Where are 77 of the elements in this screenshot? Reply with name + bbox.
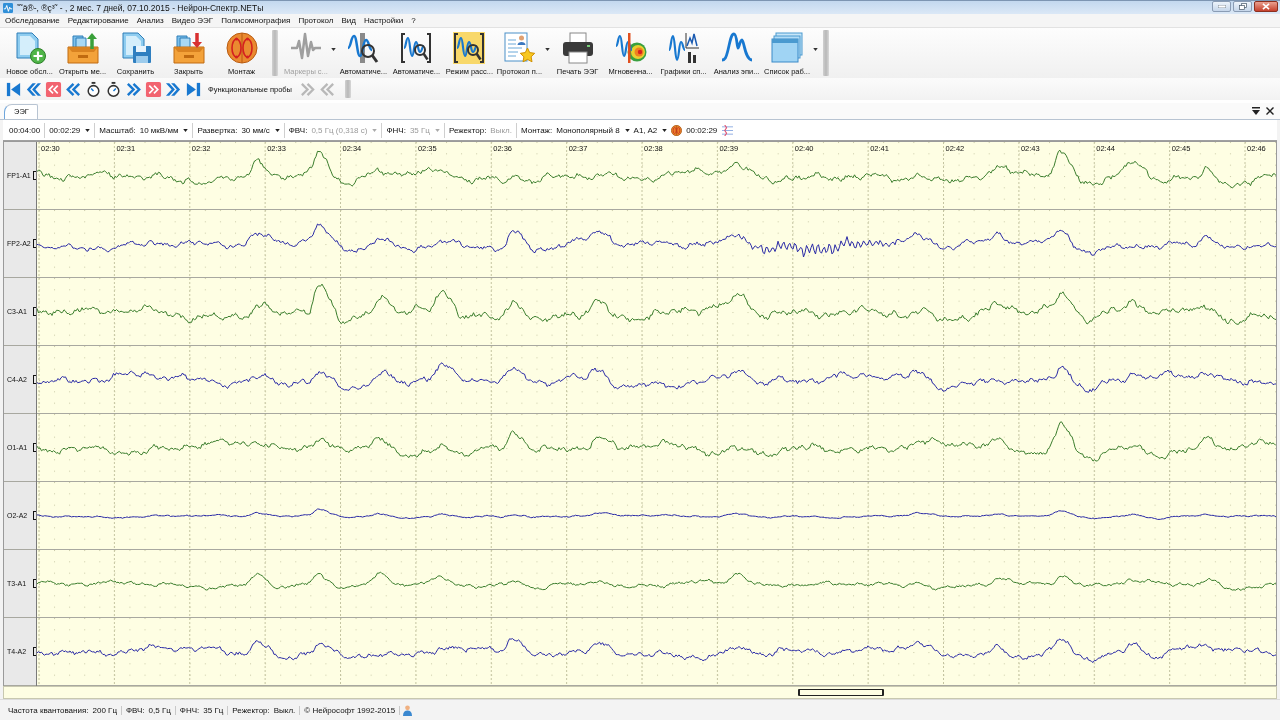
menu-item[interactable]: Протокол <box>294 16 338 25</box>
field-label: Развертка: <box>197 125 238 135</box>
dropdown[interactable]: Монополярный 8 <box>556 125 630 135</box>
status-label: ФВЧ: <box>125 705 145 715</box>
status-label: Режектор: <box>232 705 270 715</box>
person-icon <box>403 704 413 716</box>
menu-item[interactable]: Редактирование <box>63 16 133 25</box>
toolbar-grip[interactable] <box>272 30 278 76</box>
menu-item[interactable]: ? <box>407 16 420 25</box>
head-icon <box>671 124 683 136</box>
status-label: ФНЧ: <box>179 705 200 715</box>
menu-item[interactable]: Вид <box>337 16 360 25</box>
minimize-icon <box>1217 5 1226 8</box>
close-icon[interactable] <box>1266 107 1274 115</box>
caret-icon <box>274 128 280 132</box>
caret-icon <box>85 128 91 132</box>
dropdown[interactable]: 30 мм/с <box>241 125 280 135</box>
restore-icon <box>1238 3 1247 10</box>
dropdown[interactable]: A1, A2 <box>633 125 668 135</box>
horizontal-scrollbar[interactable] <box>3 686 1277 699</box>
scale-bracket-icon <box>33 443 36 452</box>
menu-item[interactable]: Обследование <box>1 16 64 25</box>
caret-icon <box>624 128 630 132</box>
dropdown-arrow-icon[interactable] <box>1252 107 1260 115</box>
dropdown[interactable]: 00:02:29 <box>49 125 91 135</box>
skip-start-icon[interactable] <box>5 80 22 98</box>
scale-bracket-icon <box>33 647 36 656</box>
close-button[interactable] <box>1254 1 1278 12</box>
field-label: Монтаж: <box>520 125 553 135</box>
skip-end-icon[interactable] <box>185 80 202 98</box>
field-label: ФВЧ: <box>288 125 308 135</box>
toolbar-grip[interactable] <box>823 30 830 76</box>
status-value: 0,5 Гц <box>148 705 171 715</box>
caret-icon <box>330 48 336 51</box>
field-label: Масштаб: <box>99 125 136 135</box>
double-chevron-right-tile-icon[interactable] <box>145 80 162 98</box>
field-label: ФНЧ: <box>386 125 406 135</box>
scale-bracket-icon <box>33 307 36 316</box>
menu-item[interactable]: Видео ЭЭГ <box>167 16 218 25</box>
status-value: 200 Гц <box>92 705 117 715</box>
double-chevron-left-icon[interactable] <box>25 80 42 98</box>
minimize-button[interactable] <box>1212 1 1231 12</box>
double-chevron-right-icon[interactable] <box>125 80 142 98</box>
scale-bracket-icon <box>33 239 36 248</box>
caret-icon <box>545 48 551 51</box>
caret-icon <box>662 128 668 132</box>
elapsed-time: 00:02:29 <box>686 125 718 135</box>
menu-item[interactable]: Настройки <box>359 16 408 25</box>
caret-icon <box>434 128 440 132</box>
field-value: Выкл. <box>490 125 512 135</box>
stopwatch-icon[interactable] <box>105 80 122 98</box>
field-label: Режектор: <box>448 125 487 135</box>
double-chevron-left-tile-icon[interactable] <box>45 80 62 98</box>
menu-item[interactable]: Полисомнография <box>217 16 295 25</box>
caret-icon <box>183 128 189 132</box>
close-icon <box>1262 3 1270 10</box>
status-label: Частота квантования: <box>8 705 89 715</box>
caret-icon <box>372 128 378 132</box>
double-chevron-right-icon[interactable] <box>165 80 182 98</box>
caret-icon <box>813 48 819 51</box>
stopwatch-icon[interactable] <box>85 80 102 98</box>
restore-button[interactable] <box>1233 1 1252 12</box>
status-value: 35 Гц <box>203 705 224 715</box>
scale-bracket-icon <box>33 579 36 588</box>
scale-bracket-icon <box>33 171 36 180</box>
double-chevron-left-icon[interactable] <box>65 80 82 98</box>
wave-lines-icon[interactable] <box>721 124 735 136</box>
menu-item[interactable]: Анализ <box>132 16 168 25</box>
dropdown[interactable]: 10 мкВ/мм <box>139 125 189 135</box>
field-value: 00:04:00 <box>9 125 41 135</box>
scale-bracket-icon <box>33 375 36 384</box>
scrollbar-thumb[interactable] <box>798 689 884 696</box>
toolbar-grip[interactable] <box>345 80 351 98</box>
window-title: ˜˜ä®-, ®ç³˜ - , 2 мес. 7 дней, 07.10.2015 - Нейрон-Спектр.NETы <box>17 2 265 13</box>
status-value: Выкл. <box>273 705 296 715</box>
scale-bracket-icon <box>33 511 36 520</box>
status-label: © Нейрософт 1992-2015 <box>304 705 396 715</box>
